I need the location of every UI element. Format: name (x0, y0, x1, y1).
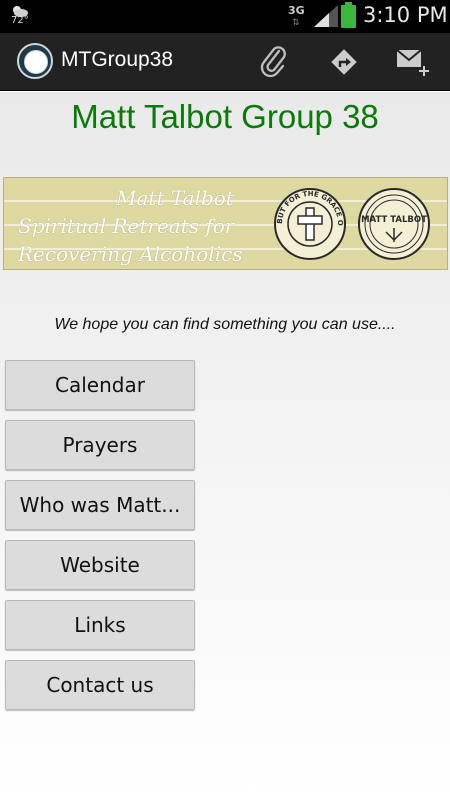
signal-strength-icon (314, 5, 338, 27)
network-type-text: 3G (288, 4, 305, 17)
calendar-button[interactable]: Calendar (5, 360, 195, 410)
temperature-text: 72° (11, 15, 29, 26)
retreat-banner-image: Matt Talbot Spiritual Retreats for Recov… (3, 177, 448, 270)
directions-button[interactable] (324, 43, 364, 81)
seal-right-text: MATT TALBOT (361, 215, 427, 225)
attach-button[interactable] (254, 43, 294, 81)
who-was-matt-button[interactable]: Who was Matt... (5, 480, 195, 530)
paperclip-icon (260, 46, 286, 78)
main-content: Matt Talbot Group 38 Matt Talbot Spiritu… (0, 92, 450, 800)
app-logo-icon[interactable] (17, 43, 53, 79)
intro-text: We hope you can find something you can u… (54, 316, 396, 333)
compose-mail-button[interactable] (393, 43, 433, 81)
compose-mail-icon (396, 49, 429, 76)
contact-us-button[interactable]: Contact us (5, 660, 195, 710)
cross-seal-icon: BUT FOR THE GRACE OF GOD (272, 186, 346, 260)
banner-line-1: Matt Talbot (116, 186, 234, 210)
data-activity-icon: ⇅ (292, 17, 300, 27)
clock-text: 3:10 PM (363, 3, 448, 27)
banner-line-2: Spiritual Retreats for (18, 214, 235, 238)
prayers-button[interactable]: Prayers (5, 420, 195, 470)
status-bar: 72° 3G ⇅ 3:10 PM (0, 0, 450, 33)
directions-icon (331, 49, 357, 75)
app-title: MTGroup38 (61, 48, 174, 71)
website-button[interactable]: Website (5, 540, 195, 590)
banner-line-3: Recovering Alcoholics (18, 242, 243, 266)
matt-talbot-seal-icon: MATT TALBOT (358, 188, 430, 260)
action-bar: MTGroup38 (0, 33, 450, 91)
links-button[interactable]: Links (5, 600, 195, 650)
battery-icon (341, 2, 356, 28)
page-title: Matt Talbot Group 38 (71, 98, 379, 135)
